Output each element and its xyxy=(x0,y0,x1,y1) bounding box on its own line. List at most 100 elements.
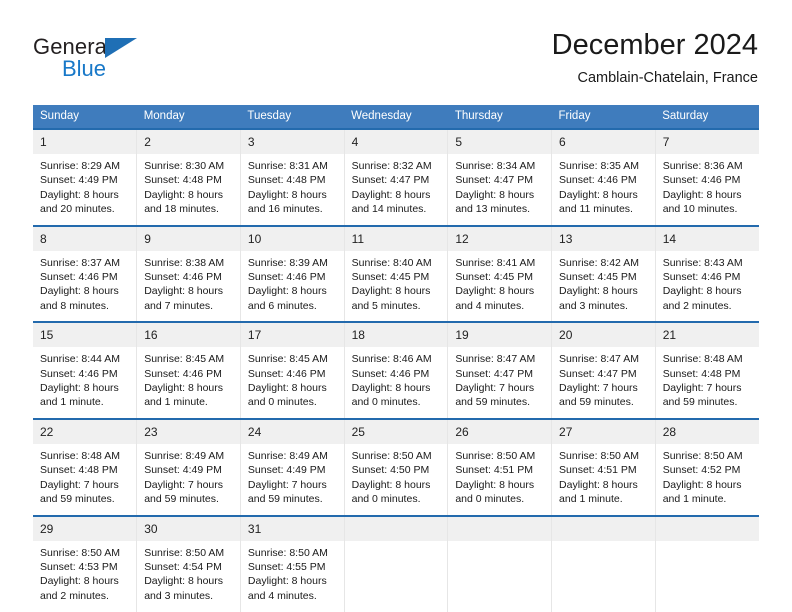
calendar-day-cell[interactable]: 18 Sunrise: 8:46 AM Sunset: 4:46 PM Dayligh… xyxy=(343,321,449,419)
daylight-text-line1: Daylight: 8 hours xyxy=(662,188,742,201)
day-number: 31 xyxy=(240,516,344,541)
sunset-text: Sunset: 4:49 PM xyxy=(144,464,222,477)
day-number: 8 xyxy=(33,226,137,251)
day-number: 18 xyxy=(344,323,448,348)
daylight-text-line1: Daylight: 7 hours xyxy=(144,478,223,491)
day-details: Sunrise: 8:45 AM Sunset: 4:46 PM Daylight:… xyxy=(241,347,344,418)
sunrise-text: Sunrise: 8:43 AM xyxy=(662,256,743,269)
daylight-text-line1: Daylight: 8 hours xyxy=(40,575,119,588)
daylight-text-line1: Daylight: 7 hours xyxy=(247,478,327,491)
calendar-day-cell[interactable]: 13 Sunrise: 8:42 AM Sunset: 4:45 PM Dayligh… xyxy=(551,224,656,323)
daylight-text-line2: and 8 minutes. xyxy=(40,299,109,312)
weekday-header-monday: Monday xyxy=(136,105,241,129)
calendar-day-cell[interactable]: 8 Sunrise: 8:37 AM Sunset: 4:46 PM Daylight… xyxy=(33,224,138,323)
calendar-day-cell[interactable]: 5 Sunrise: 8:34 AM Sunset: 4:47 PM Daylight… xyxy=(447,128,553,226)
sunset-text: Sunset: 4:45 PM xyxy=(559,271,637,284)
sunset-text: Sunset: 4:48 PM xyxy=(144,174,222,187)
daylight-text-line1: Daylight: 7 hours xyxy=(662,382,742,395)
calendar-day-cell[interactable]: 23 Sunrise: 8:49 AM Sunset: 4:49 PM Dayligh… xyxy=(136,417,241,516)
calendar-day-cell[interactable]: 17 Sunrise: 8:45 AM Sunset: 4:46 PM Dayligh… xyxy=(239,321,345,419)
sunset-text: Sunset: 4:47 PM xyxy=(455,174,533,187)
sunrise-text: Sunrise: 8:35 AM xyxy=(559,160,639,172)
sunset-text: Sunset: 4:55 PM xyxy=(247,560,326,573)
daylight-text-line1: Daylight: 8 hours xyxy=(559,478,638,491)
calendar-day-cell[interactable]: 19 Sunrise: 8:47 AM Sunset: 4:47 PM Dayligh… xyxy=(447,321,553,419)
sunset-text: Sunset: 4:49 PM xyxy=(247,464,326,477)
calendar-day-cell[interactable]: 24 Sunrise: 8:49 AM Sunset: 4:49 PM Dayligh… xyxy=(239,417,345,516)
calendar-week-row: 8 Sunrise: 8:37 AM Sunset: 4:46 PM Daylight… xyxy=(33,224,759,323)
day-details: Sunrise: 8:41 AM Sunset: 4:45 PM Daylight:… xyxy=(448,251,551,322)
day-details xyxy=(656,541,759,612)
day-number: 20 xyxy=(552,323,655,348)
calendar-day-cell[interactable]: 14 Sunrise: 8:43 AM Sunset: 4:46 PM Dayligh… xyxy=(654,224,759,323)
sunset-text: Sunset: 4:46 PM xyxy=(351,367,430,380)
daylight-text-line1: Daylight: 8 hours xyxy=(144,575,223,588)
sunrise-text: Sunrise: 8:50 AM xyxy=(247,546,328,559)
calendar-day-cell-empty xyxy=(654,514,759,612)
day-details: Sunrise: 8:39 AM Sunset: 4:46 PM Daylight:… xyxy=(241,251,344,322)
day-number: 13 xyxy=(552,226,655,251)
day-number: 24 xyxy=(240,419,344,444)
calendar-day-cell[interactable]: 28 Sunrise: 8:50 AM Sunset: 4:52 PM Dayligh… xyxy=(654,417,759,516)
day-number: 27 xyxy=(552,419,655,444)
calendar-day-cell[interactable]: 15 Sunrise: 8:44 AM Sunset: 4:46 PM Dayligh… xyxy=(33,321,138,419)
calendar-day-cell[interactable]: 3 Sunrise: 8:31 AM Sunset: 4:48 PM Daylight… xyxy=(239,128,345,226)
calendar-day-cell[interactable]: 7 Sunrise: 8:36 AM Sunset: 4:46 PM Daylight… xyxy=(654,128,759,226)
calendar-day-cell[interactable]: 6 Sunrise: 8:35 AM Sunset: 4:46 PM Daylight… xyxy=(551,128,656,226)
sunrise-text: Sunrise: 8:34 AM xyxy=(455,160,536,172)
day-number: 19 xyxy=(448,323,552,348)
daylight-text-line1: Daylight: 8 hours xyxy=(144,382,223,395)
calendar-day-cell[interactable]: 22 Sunrise: 8:48 AM Sunset: 4:48 PM Dayligh… xyxy=(33,417,138,516)
daylight-text-line1: Daylight: 8 hours xyxy=(455,285,535,298)
sunrise-text: Sunrise: 8:50 AM xyxy=(351,449,432,462)
sunrise-text: Sunrise: 8:41 AM xyxy=(455,256,536,269)
sunset-text: Sunset: 4:54 PM xyxy=(144,560,222,573)
calendar-day-cell[interactable]: 30 Sunrise: 8:50 AM Sunset: 4:54 PM Dayligh… xyxy=(136,514,241,612)
calendar-week-row: 15 Sunrise: 8:44 AM Sunset: 4:46 PM Dayligh… xyxy=(33,321,759,419)
calendar-day-cell[interactable]: 20 Sunrise: 8:47 AM Sunset: 4:47 PM Dayligh… xyxy=(551,321,656,419)
calendar-day-cell[interactable]: 25 Sunrise: 8:50 AM Sunset: 4:50 PM Dayligh… xyxy=(343,417,449,516)
day-number: 6 xyxy=(552,130,655,154)
sunrise-text: Sunrise: 8:50 AM xyxy=(455,449,536,462)
sunset-text: Sunset: 4:48 PM xyxy=(247,174,326,187)
daylight-text-line1: Daylight: 8 hours xyxy=(662,478,742,491)
calendar-day-cell[interactable]: 4 Sunrise: 8:32 AM Sunset: 4:47 PM Daylight… xyxy=(343,128,449,226)
calendar-day-cell[interactable]: 1 Sunrise: 8:29 AM Sunset: 4:49 PM Daylight… xyxy=(33,128,138,226)
sunrise-text: Sunrise: 8:49 AM xyxy=(144,449,225,462)
title-block: December 2024 Camblain-Chatelain, France xyxy=(552,28,758,88)
sunset-text: Sunset: 4:45 PM xyxy=(455,271,533,284)
day-details: Sunrise: 8:50 AM Sunset: 4:54 PM Daylight:… xyxy=(137,541,240,612)
calendar-day-cell[interactable]: 9 Sunrise: 8:38 AM Sunset: 4:46 PM Daylight… xyxy=(136,224,241,323)
daylight-text-line2: and 3 minutes. xyxy=(559,299,628,312)
daylight-text-line2: and 4 minutes. xyxy=(247,589,317,602)
calendar-day-cell-empty xyxy=(551,514,656,612)
daylight-text-line2: and 0 minutes. xyxy=(351,396,421,409)
logo-triangle-icon xyxy=(105,38,137,58)
calendar-day-cell[interactable]: 10 Sunrise: 8:39 AM Sunset: 4:46 PM Dayligh… xyxy=(239,224,345,323)
daylight-text-line1: Daylight: 8 hours xyxy=(662,285,742,298)
daylight-text-line2: and 1 minute. xyxy=(559,493,623,506)
calendar-day-cell[interactable]: 2 Sunrise: 8:30 AM Sunset: 4:48 PM Daylight… xyxy=(136,128,241,226)
day-number: 15 xyxy=(33,323,137,348)
day-number: 29 xyxy=(33,516,137,541)
calendar-day-cell[interactable]: 27 Sunrise: 8:50 AM Sunset: 4:51 PM Dayligh… xyxy=(551,417,656,516)
calendar-day-cell[interactable]: 12 Sunrise: 8:41 AM Sunset: 4:45 PM Dayligh… xyxy=(447,224,553,323)
calendar-day-cell[interactable]: 31 Sunrise: 8:50 AM Sunset: 4:55 PM Dayligh… xyxy=(239,514,345,612)
calendar-day-cell[interactable]: 26 Sunrise: 8:50 AM Sunset: 4:51 PM Dayligh… xyxy=(447,417,553,516)
day-details: Sunrise: 8:50 AM Sunset: 4:55 PM Daylight:… xyxy=(241,541,344,612)
day-details xyxy=(345,541,448,612)
weekday-header-tuesday: Tuesday xyxy=(240,105,345,129)
calendar-week-row: 29 Sunrise: 8:50 AM Sunset: 4:53 PM Dayligh… xyxy=(33,514,759,612)
day-details: Sunrise: 8:35 AM Sunset: 4:46 PM Daylight:… xyxy=(552,154,655,225)
calendar-day-cell[interactable]: 11 Sunrise: 8:40 AM Sunset: 4:45 PM Dayligh… xyxy=(343,224,449,323)
calendar-day-cell[interactable]: 29 Sunrise: 8:50 AM Sunset: 4:53 PM Dayligh… xyxy=(33,514,138,612)
calendar-body: 1 Sunrise: 8:29 AM Sunset: 4:49 PM Daylight… xyxy=(33,128,759,612)
calendar-day-cell[interactable]: 21 Sunrise: 8:48 AM Sunset: 4:48 PM Dayligh… xyxy=(654,321,759,419)
daylight-text-line2: and 2 minutes. xyxy=(662,299,732,312)
day-number: 14 xyxy=(655,226,759,251)
daylight-text-line2: and 6 minutes. xyxy=(247,299,317,312)
daylight-text-line1: Daylight: 8 hours xyxy=(455,188,535,201)
day-number: 4 xyxy=(344,130,448,154)
calendar-day-cell[interactable]: 16 Sunrise: 8:45 AM Sunset: 4:46 PM Dayligh… xyxy=(136,321,241,419)
day-details xyxy=(552,541,655,612)
